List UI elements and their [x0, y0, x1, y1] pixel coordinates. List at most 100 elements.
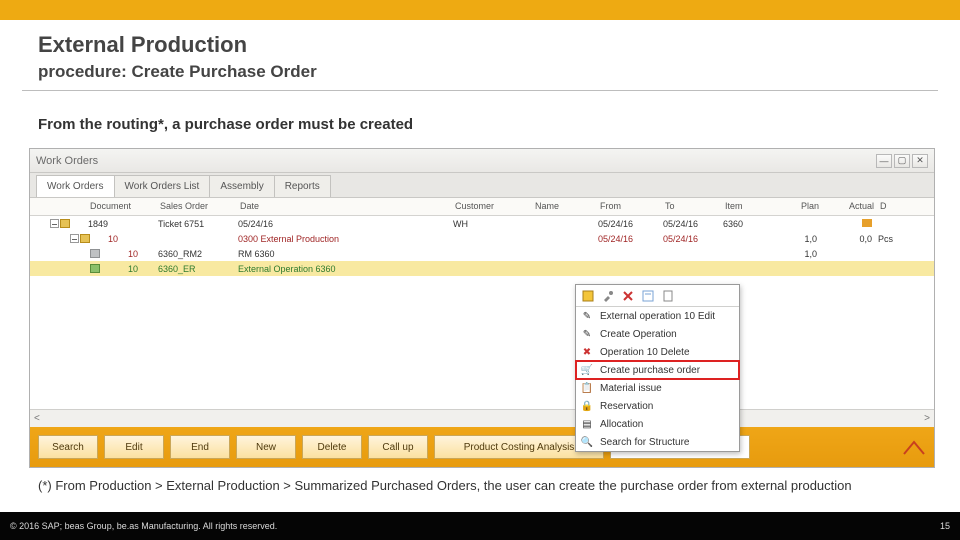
cell: 1,0 [768, 234, 823, 244]
grid-icon: ▤ [580, 417, 594, 431]
cell: 6360_RM2 [158, 249, 238, 259]
new-button[interactable]: New [236, 435, 296, 459]
item-icon [80, 234, 90, 243]
cell: 1849 [88, 219, 158, 229]
tab-label: Work Orders [47, 181, 104, 192]
tab-work-orders[interactable]: Work Orders [36, 175, 115, 197]
col-to: To [665, 198, 725, 215]
cell: RM 6360 [238, 249, 453, 259]
table-row[interactable]: 10 0300 External Production 05/24/16 05/… [30, 231, 934, 246]
slide-header: External Production procedure: Create Pu… [38, 32, 317, 82]
window-titlebar: Work Orders — ▢ ✕ [30, 149, 934, 173]
collapse-icon[interactable] [70, 234, 79, 243]
operation-icon [90, 264, 100, 273]
tab-label: Reports [285, 181, 320, 192]
edit-icon: ✎ [580, 327, 594, 341]
minimize-button[interactable]: — [876, 154, 892, 168]
cell: 10 [108, 234, 158, 244]
delete-icon[interactable] [620, 288, 636, 304]
ctx-delete-operation[interactable]: ✖ Operation 10 Delete [576, 343, 739, 361]
cell: 0300 External Production [238, 234, 453, 244]
footnote: (*) From Production > External Productio… [38, 478, 852, 493]
tab-label: Work Orders List [125, 181, 200, 192]
btn-label: Call up [382, 442, 413, 453]
tab-reports[interactable]: Reports [274, 175, 331, 197]
edit-button[interactable]: Edit [104, 435, 164, 459]
cell: 6360 [723, 219, 768, 229]
cell: 05/24/16 [598, 234, 663, 244]
tool-icon[interactable] [580, 288, 596, 304]
context-toolbar [576, 285, 739, 307]
cell: External Operation 6360 [238, 264, 453, 274]
edit-icon: ✎ [580, 309, 594, 323]
page-subtitle: procedure: Create Purchase Order [38, 62, 317, 82]
col-actual: Actual [825, 198, 880, 215]
search-icon: 🔍 [580, 435, 594, 449]
tab-work-orders-list[interactable]: Work Orders List [114, 175, 211, 197]
col-plan: Plan [770, 198, 825, 215]
tab-label: Assembly [220, 181, 263, 192]
ctx-label: Allocation [600, 419, 643, 430]
ctx-allocation[interactable]: ▤ Allocation [576, 415, 739, 433]
search-button[interactable]: Search [38, 435, 98, 459]
page-number: 15 [940, 521, 950, 531]
btn-label: Search [52, 442, 84, 453]
cell: 05/24/16 [598, 219, 663, 229]
col-date: Date [240, 198, 455, 215]
lead-text: From the routing*, a purchase order must… [38, 116, 413, 133]
workorder-icon [60, 219, 70, 228]
calc-icon[interactable] [640, 288, 656, 304]
callup-button[interactable]: Call up [368, 435, 428, 459]
ctx-label: Create purchase order [600, 365, 700, 376]
horizontal-scrollbar[interactable]: <> [30, 409, 934, 427]
col-document: Document [90, 198, 160, 215]
tab-assembly[interactable]: Assembly [209, 175, 274, 197]
app-window: Work Orders — ▢ ✕ Work Orders Work Order… [29, 148, 935, 468]
clipboard-icon[interactable] [660, 288, 676, 304]
page-title: External Production [38, 32, 317, 58]
ctx-create-purchase-order[interactable]: 🛒 Create purchase order [576, 361, 739, 379]
ctx-reservation[interactable]: 🔒Reservation [576, 397, 739, 415]
ctx-label: Material issue [600, 383, 662, 394]
context-menu: ✎External operation 10 Edit ✎Create Oper… [575, 284, 740, 452]
cell: 05/24/16 [663, 234, 723, 244]
collapse-icon[interactable] [50, 219, 59, 228]
ctx-label: Operation 10 Delete [600, 347, 690, 358]
grid-header: Document Sales Order Date Customer Name … [30, 198, 934, 216]
delete-button[interactable]: Delete [302, 435, 362, 459]
col-item: Item [725, 198, 770, 215]
ctx-edit-external-op[interactable]: ✎External operation 10 Edit [576, 307, 739, 325]
cell: 1,0 [768, 249, 823, 259]
end-button[interactable]: End [170, 435, 230, 459]
btn-label: Edit [125, 442, 142, 453]
tab-bar: Work Orders Work Orders List Assembly Re… [30, 173, 934, 198]
button-bar: Search Edit End New Delete Call up Produ… [30, 427, 934, 467]
cart-icon: 🛒 [580, 363, 594, 377]
btn-label: Product Costing Analysis [464, 442, 575, 453]
maximize-button[interactable]: ▢ [894, 154, 910, 168]
table-row[interactable]: 10 6360_RM2 RM 6360 1,0 [30, 246, 934, 261]
wrench-icon[interactable] [600, 288, 616, 304]
ctx-material-issue[interactable]: 📋 Material issue [576, 379, 739, 397]
ctx-search-structure[interactable]: 🔍 Search for Structure [576, 433, 739, 451]
material-icon [90, 249, 100, 258]
clipboard-icon: 📋 [580, 381, 594, 395]
col-sales-order: Sales Order [160, 198, 240, 215]
grid: Document Sales Order Date Customer Name … [30, 198, 934, 428]
col-from: From [600, 198, 665, 215]
ctx-label: Search for Structure [600, 437, 689, 448]
delete-icon: ✖ [580, 345, 594, 359]
col-name-h: Name [535, 198, 600, 215]
col-end: D [880, 198, 910, 215]
btn-label: Delete [318, 442, 347, 453]
table-row[interactable]: 1849 Ticket 6751 05/24/16 WH 05/24/16 05… [30, 216, 934, 231]
btn-label: End [191, 442, 209, 453]
window-title: Work Orders [36, 155, 98, 167]
close-button[interactable]: ✕ [912, 154, 928, 168]
cell: WH [453, 219, 533, 229]
brand-icon [902, 438, 926, 456]
copyright: © 2016 SAP; beas Group, be.as Manufactur… [10, 521, 277, 531]
cell: 05/24/16 [663, 219, 723, 229]
table-row[interactable]: 10 6360_ER External Operation 6360 [30, 261, 934, 276]
ctx-create-operation[interactable]: ✎Create Operation [576, 325, 739, 343]
